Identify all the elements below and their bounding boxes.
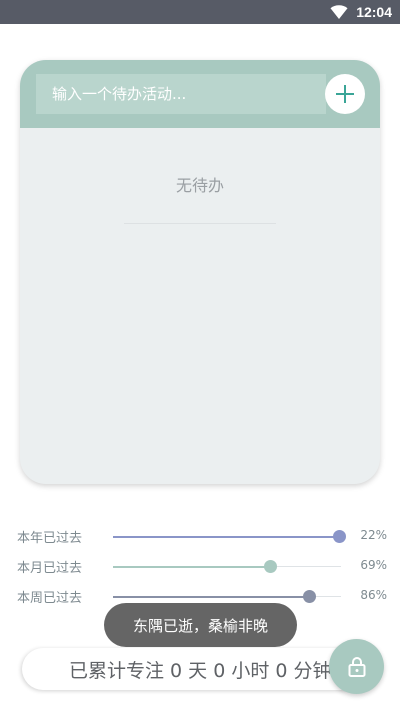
lock-button[interactable] (329, 639, 384, 694)
month-progress: 本月已过去 69% (17, 556, 387, 576)
plus-icon (336, 85, 354, 103)
todo-input[interactable] (36, 74, 326, 114)
month-progress-fill (113, 565, 271, 568)
week-progress-track (113, 590, 341, 603)
year-progress-percent: 22% (360, 528, 387, 542)
week-progress-thumb[interactable] (303, 590, 317, 603)
month-progress-percent: 69% (360, 558, 387, 572)
year-progress-thumb[interactable] (332, 530, 346, 543)
week-progress-fill (113, 595, 310, 598)
month-progress-thumb[interactable] (264, 560, 278, 573)
todo-input-bar (20, 60, 380, 128)
wifi-icon (330, 5, 348, 19)
toast-message: 东隅已逝，桑榆非晚 (104, 603, 297, 647)
year-progress: 本年已过去 22% (17, 526, 387, 546)
todo-card: 无待办 (20, 60, 380, 484)
lock-icon (348, 656, 365, 677)
focus-summary-text: 已累计专注 0 天 0 小时 0 分钟 (69, 660, 332, 682)
week-progress-label: 本周已过去 (17, 591, 83, 606)
add-todo-button[interactable] (325, 74, 365, 114)
divider (124, 223, 276, 224)
focus-summary-bar: 已累计专注 0 天 0 小时 0 分钟 (22, 648, 362, 690)
year-progress-label: 本年已过去 (17, 531, 83, 546)
month-progress-track (113, 560, 341, 573)
empty-todo-text: 无待办 (175, 176, 224, 195)
status-bar: 12:04 (0, 0, 400, 24)
status-time: 12:04 (356, 4, 392, 20)
year-progress-fill (113, 535, 339, 538)
month-progress-label: 本月已过去 (17, 561, 83, 576)
year-progress-track (113, 530, 346, 543)
week-progress-percent: 86% (360, 588, 387, 602)
